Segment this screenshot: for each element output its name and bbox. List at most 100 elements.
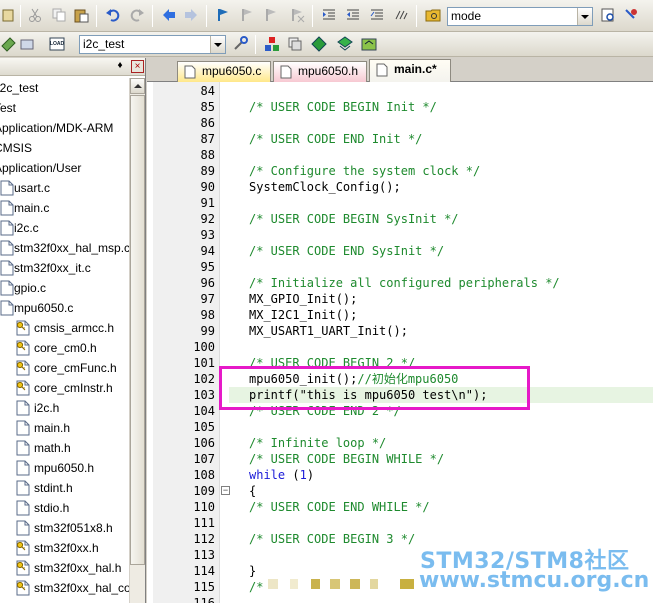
select-packs-icon[interactable] — [310, 35, 328, 53]
header-file-key-icon — [16, 320, 30, 336]
target-combo[interactable]: i2c_test — [79, 35, 226, 54]
find-in-files-icon[interactable] — [424, 6, 442, 24]
code-editor[interactable]: 84 85 /* USER CODE BEGIN Init */ 86 87 /* USE… — [147, 82, 653, 603]
redo-icon[interactable] — [128, 6, 146, 24]
pack-installer-icon[interactable] — [336, 35, 354, 53]
tree-item-file[interactable]: core_cmFunc.h — [34, 358, 117, 378]
paste-icon[interactable] — [72, 6, 90, 24]
code-line[interactable]: 116 — [147, 595, 653, 603]
tree-item-file[interactable]: gpio.c — [14, 278, 46, 298]
navigate-back-icon[interactable] — [160, 6, 178, 24]
header-file-key-icon — [16, 540, 30, 556]
indent-icon[interactable] — [320, 6, 338, 24]
target-options-icon[interactable] — [231, 35, 249, 53]
line-number: 100 — [193, 340, 215, 354]
tree-item-file[interactable]: stdint.h — [34, 478, 73, 498]
code-line[interactable]: 108 while (1) — [147, 467, 653, 483]
target-combo-value: i2c_test — [83, 37, 125, 51]
code-line[interactable]: 110 /* USER CODE END WHILE */ — [147, 499, 653, 515]
update-packs-icon[interactable] — [360, 35, 378, 53]
tree-item-file[interactable]: usart.c — [14, 178, 50, 198]
code-line[interactable]: 94 /* USER CODE END SysInit */ — [147, 243, 653, 259]
code-line[interactable]: 96 /* Initialize all configured periphera… — [147, 275, 653, 291]
batch-build-icon[interactable] — [18, 35, 36, 53]
code-token: ( — [285, 468, 300, 482]
tree-item-file[interactable]: mpu6050.c — [14, 298, 73, 318]
search-combo[interactable]: mode — [447, 7, 593, 26]
tree-item-file[interactable]: stm32f0xx_it.c — [14, 258, 91, 278]
navigate-forward-icon[interactable] — [182, 6, 200, 24]
tree-item-file[interactable]: main.h — [34, 418, 70, 438]
code-line[interactable]: 91 — [147, 195, 653, 211]
tree-item-file[interactable]: i2c.h — [34, 398, 59, 418]
prev-bookmark-icon[interactable] — [238, 6, 256, 24]
h-file-icon — [280, 65, 292, 79]
undo-icon[interactable] — [104, 6, 122, 24]
tree-item-group[interactable]: Test — [0, 98, 16, 118]
code-line[interactable]: 105 — [147, 419, 653, 435]
dropdown-arrow-icon[interactable] — [210, 36, 225, 53]
tree-item-file[interactable]: stdio.h — [34, 498, 69, 518]
code-line[interactable]: 100 — [147, 339, 653, 355]
header-file-icon — [16, 500, 30, 516]
code-line[interactable]: 92 /* USER CODE BEGIN SysInit */ — [147, 211, 653, 227]
fold-toggle-icon[interactable]: − — [221, 486, 230, 495]
tree-item-file[interactable]: mpu6050.h — [34, 458, 94, 478]
close-icon[interactable]: × — [131, 60, 144, 73]
code-line[interactable]: 97 MX_GPIO_Init(); — [147, 291, 653, 307]
next-bookmark-icon[interactable] — [262, 6, 280, 24]
code-line[interactable]: 87 /* USER CODE END Init */ — [147, 131, 653, 147]
tree-item-file[interactable]: stm32f0xx_hal_cor — [34, 578, 135, 598]
tree-item-file[interactable]: math.h — [34, 438, 71, 458]
code-line[interactable]: 88 — [147, 147, 653, 163]
code-comment: /* Initialize all configured peripherals… — [249, 276, 560, 290]
file-extensions-icon[interactable] — [286, 35, 304, 53]
tree-item-file[interactable]: stm32f0xx.h — [34, 538, 99, 558]
tab-main-c[interactable]: main.c* — [369, 59, 451, 82]
cut-icon[interactable] — [26, 6, 44, 24]
tree-item-file[interactable]: stm32f051x8.h — [34, 518, 113, 538]
uncomment-icon[interactable] — [392, 6, 410, 24]
paste-special-icon[interactable] — [0, 6, 18, 24]
incremental-find-icon[interactable] — [622, 6, 640, 24]
project-scrollbar[interactable] — [129, 78, 145, 603]
build-icon[interactable] — [0, 35, 18, 53]
dropdown-arrow-icon[interactable] — [577, 8, 592, 25]
tree-item-root[interactable]: i2c_test — [0, 78, 38, 98]
code-line[interactable]: 86 — [147, 115, 653, 131]
code-line[interactable]: 107 /* USER CODE BEGIN WHILE */ — [147, 451, 653, 467]
tree-item-file[interactable]: stm32f0xx_hal.h — [34, 558, 121, 578]
tree-item-file[interactable]: stm32f0xx_hal_msp.c — [14, 238, 130, 258]
code-line[interactable]: 99 MX_USART1_UART_Init(); — [147, 323, 653, 339]
tree-item-file[interactable]: cmsis_armcc.h — [34, 318, 114, 338]
copy-icon[interactable] — [50, 6, 68, 24]
find-icon[interactable] — [599, 6, 617, 24]
tree-item-file[interactable]: core_cmInstr.h — [34, 378, 113, 398]
scroll-up-icon[interactable] — [130, 78, 145, 94]
clear-bookmarks-icon[interactable] — [288, 6, 306, 24]
scrollbar-thumb[interactable] — [130, 95, 145, 565]
comment-icon[interactable] — [368, 6, 386, 24]
code-line[interactable]: 85 /* USER CODE BEGIN Init */ — [147, 99, 653, 115]
unindent-icon[interactable] — [344, 6, 362, 24]
tree-item-group[interactable]: Application/User — [0, 158, 81, 178]
code-line[interactable]: 89 /* Configure the system clock */ — [147, 163, 653, 179]
tab-mpu6050-h[interactable]: mpu6050.h — [273, 61, 367, 82]
code-line[interactable]: 95 — [147, 259, 653, 275]
tree-item-group[interactable]: CMSIS — [0, 138, 32, 158]
tree-item-file[interactable]: main.c — [14, 198, 49, 218]
tree-item-group[interactable]: Application/MDK-ARM — [0, 118, 113, 138]
bookmark-icon[interactable] — [214, 6, 232, 24]
tab-mpu6050-c[interactable]: mpu6050.c — [177, 61, 271, 82]
manage-components-icon[interactable] — [263, 35, 281, 53]
code-line[interactable]: 84 — [147, 83, 653, 99]
code-line[interactable]: 90 SystemClock_Config(); — [147, 179, 653, 195]
code-line[interactable]: 106 /* Infinite loop */ — [147, 435, 653, 451]
code-line[interactable]: 98 MX_I2C1_Init(); — [147, 307, 653, 323]
download-load-icon[interactable]: LOAD — [48, 35, 66, 53]
code-line[interactable]: 93 — [147, 227, 653, 243]
pin-icon[interactable]: ♦ — [114, 60, 126, 72]
tree-item-file[interactable]: core_cm0.h — [34, 338, 97, 358]
tree-item-file[interactable]: i2c.c — [14, 218, 39, 238]
code-line[interactable]: 111 — [147, 515, 653, 531]
